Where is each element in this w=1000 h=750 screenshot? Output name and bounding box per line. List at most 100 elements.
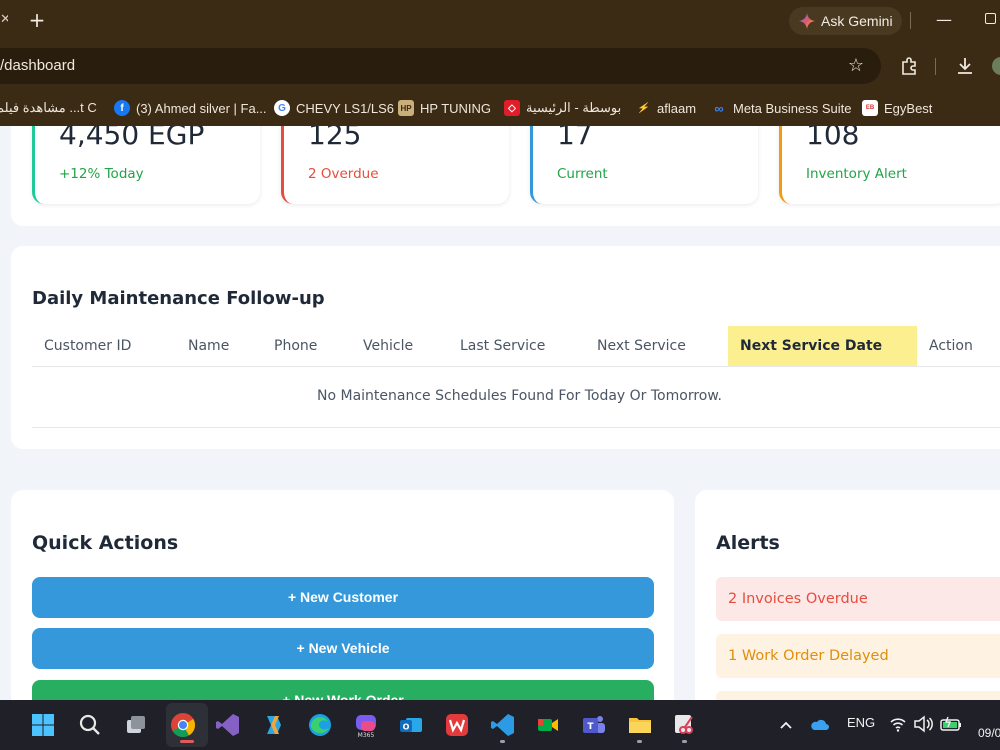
google-icon: G (274, 100, 290, 116)
alert-invoices-overdue[interactable]: 2 Invoices Overdue (716, 577, 1000, 621)
ask-gemini-button[interactable]: Ask Gemini (789, 7, 902, 35)
bookmark-item[interactable]: f (3) Ahmed silver | Fa... (114, 97, 267, 119)
maintenance-followup-card: Daily Maintenance Follow-up Customer ID … (11, 246, 1000, 449)
address-bar[interactable]: /dashboard ☆ (0, 48, 881, 84)
restore-window-button[interactable] (985, 13, 996, 24)
bookmark-label: بوسطة - الرئيسية (526, 100, 622, 115)
copilot-logo-icon (267, 716, 281, 734)
new-vehicle-button[interactable]: + New Vehicle (32, 628, 654, 669)
column-header-customer-id: Customer ID (44, 338, 132, 354)
file-explorer-icon[interactable] (624, 709, 656, 741)
tab-close-icon[interactable]: ✕ (0, 12, 8, 30)
new-customer-button[interactable]: + New Customer (32, 577, 654, 618)
wps-office-icon[interactable] (441, 709, 473, 741)
snipping-tool-icon[interactable] (669, 709, 701, 741)
alert-item[interactable] (716, 691, 1000, 700)
alerts-card: Alerts 2 Invoices Overdue 1 Work Order D… (695, 490, 1000, 700)
active-app-indicator (180, 740, 194, 743)
stat-card-revenue: 4,450 EGP +12% Today (32, 126, 260, 204)
bookmark-star-icon[interactable]: ☆ (845, 55, 867, 77)
google-meet-icon[interactable] (532, 709, 564, 741)
chrome-icon[interactable] (167, 709, 199, 741)
svg-text:O: O (403, 723, 410, 732)
tab-bar-divider (910, 12, 911, 29)
minimize-window-button[interactable]: — (936, 10, 952, 30)
column-header-name: Name (188, 338, 230, 354)
bookmark-label: (3) Ahmed silver | Fa... (136, 100, 267, 116)
bookmark-item[interactable]: ◇ بوسطة - الرئيسية (504, 97, 621, 119)
visual-studio-icon[interactable] (212, 709, 244, 741)
windows-start-icon[interactable] (27, 709, 59, 741)
outlook-icon[interactable]: O (395, 709, 427, 741)
edge-logo-icon (309, 714, 331, 736)
url-text[interactable]: /dashboard (0, 57, 75, 74)
column-header-vehicle: Vehicle (363, 338, 414, 354)
bookmark-label: مشاهدة فيلم ...t C (0, 100, 97, 115)
bookmark-item[interactable]: ∞ Meta Business Suite (711, 97, 852, 119)
meet-logo-icon (538, 719, 558, 731)
snipping-logo-icon (675, 715, 693, 734)
bookmark-label: EgyBest (884, 100, 933, 116)
task-view-icon[interactable] (120, 709, 152, 741)
column-header-action: Action (929, 338, 973, 354)
stat-subtext: 2 Overdue (308, 166, 379, 182)
gemini-sparkle-icon (799, 13, 815, 29)
column-header-last-service: Last Service (460, 338, 546, 354)
edge-icon[interactable] (304, 709, 336, 741)
running-app-indicator (500, 740, 505, 743)
chevron-up-icon[interactable] (779, 718, 793, 732)
outlook-logo-icon: O (400, 718, 422, 732)
teams-logo-icon: T (583, 716, 605, 733)
input-language[interactable]: ENG (847, 715, 875, 730)
download-icon[interactable] (954, 55, 976, 77)
profile-avatar-icon[interactable] (990, 55, 1000, 77)
empty-table-message: No Maintenance Schedules Found For Today… (317, 388, 722, 404)
chrome-logo-icon (171, 713, 196, 738)
new-work-order-button[interactable]: + New Work Order (32, 680, 654, 700)
bookmark-item[interactable]: HP HP TUNING (398, 97, 491, 119)
bookmark-item[interactable]: ⚡ aflaam (635, 97, 696, 119)
ask-gemini-label: Ask Gemini (821, 13, 893, 29)
running-app-indicator (637, 740, 642, 743)
stat-subtext: Inventory Alert (806, 166, 907, 182)
bookmark-item[interactable]: EB EgyBest (862, 97, 932, 119)
stat-value: 125 (308, 126, 362, 151)
maintenance-title: Daily Maintenance Follow-up (32, 288, 325, 309)
magnifier-icon (79, 714, 100, 735)
wps-logo-icon (446, 714, 468, 736)
bookmark-item[interactable]: مشاهدة فيلم ...t C (0, 97, 97, 119)
stat-subtext: +12% Today (59, 166, 144, 182)
bookmark-label: HP TUNING (420, 100, 492, 116)
bookmark-label: aflaam (657, 100, 697, 116)
windows-logo-icon (32, 714, 54, 736)
vscode-icon[interactable] (487, 709, 519, 741)
m365-icon[interactable]: M365 (350, 709, 382, 741)
stat-card-inventory: 108 Inventory Alert (779, 126, 1000, 204)
clock-date[interactable]: 09/0 (978, 726, 1000, 740)
teams-icon[interactable]: T (578, 709, 610, 741)
extensions-puzzle-icon[interactable] (898, 55, 920, 77)
folder-icon (629, 718, 651, 733)
bookmark-label: Meta Business Suite (733, 100, 852, 116)
search-icon[interactable] (74, 709, 106, 741)
bookmarks-bar: مشاهدة فيلم ...t C f (3) Ahmed silver | … (0, 91, 1000, 126)
visual-studio-logo-icon (216, 714, 239, 736)
hp-tuning-icon: HP (398, 100, 414, 116)
m365-logo-icon: M365 (356, 715, 376, 738)
windows-taskbar: M365 O T ENG 09/0 (0, 700, 1000, 750)
onedrive-cloud-icon[interactable] (809, 716, 829, 732)
alert-work-order-delayed[interactable]: 1 Work Order Delayed (716, 634, 1000, 678)
column-header-next-service-date[interactable]: Next Service Date (728, 326, 917, 366)
svg-text:M365: M365 (358, 732, 375, 738)
new-tab-button[interactable]: + (26, 8, 48, 32)
wifi-icon[interactable] (889, 715, 907, 733)
battery-charging-icon[interactable] (939, 715, 963, 733)
volume-icon[interactable] (913, 715, 933, 733)
meta-icon: ∞ (714, 100, 724, 116)
quick-actions-title: Quick Actions (32, 532, 179, 554)
task-view-glyph-icon (127, 716, 145, 733)
copilot-icon[interactable] (258, 709, 290, 741)
table-divider (32, 427, 1000, 428)
bookmark-item[interactable]: G CHEVY LS1/LS6 (274, 97, 394, 119)
bookmark-label: CHEVY LS1/LS6 (296, 100, 395, 116)
